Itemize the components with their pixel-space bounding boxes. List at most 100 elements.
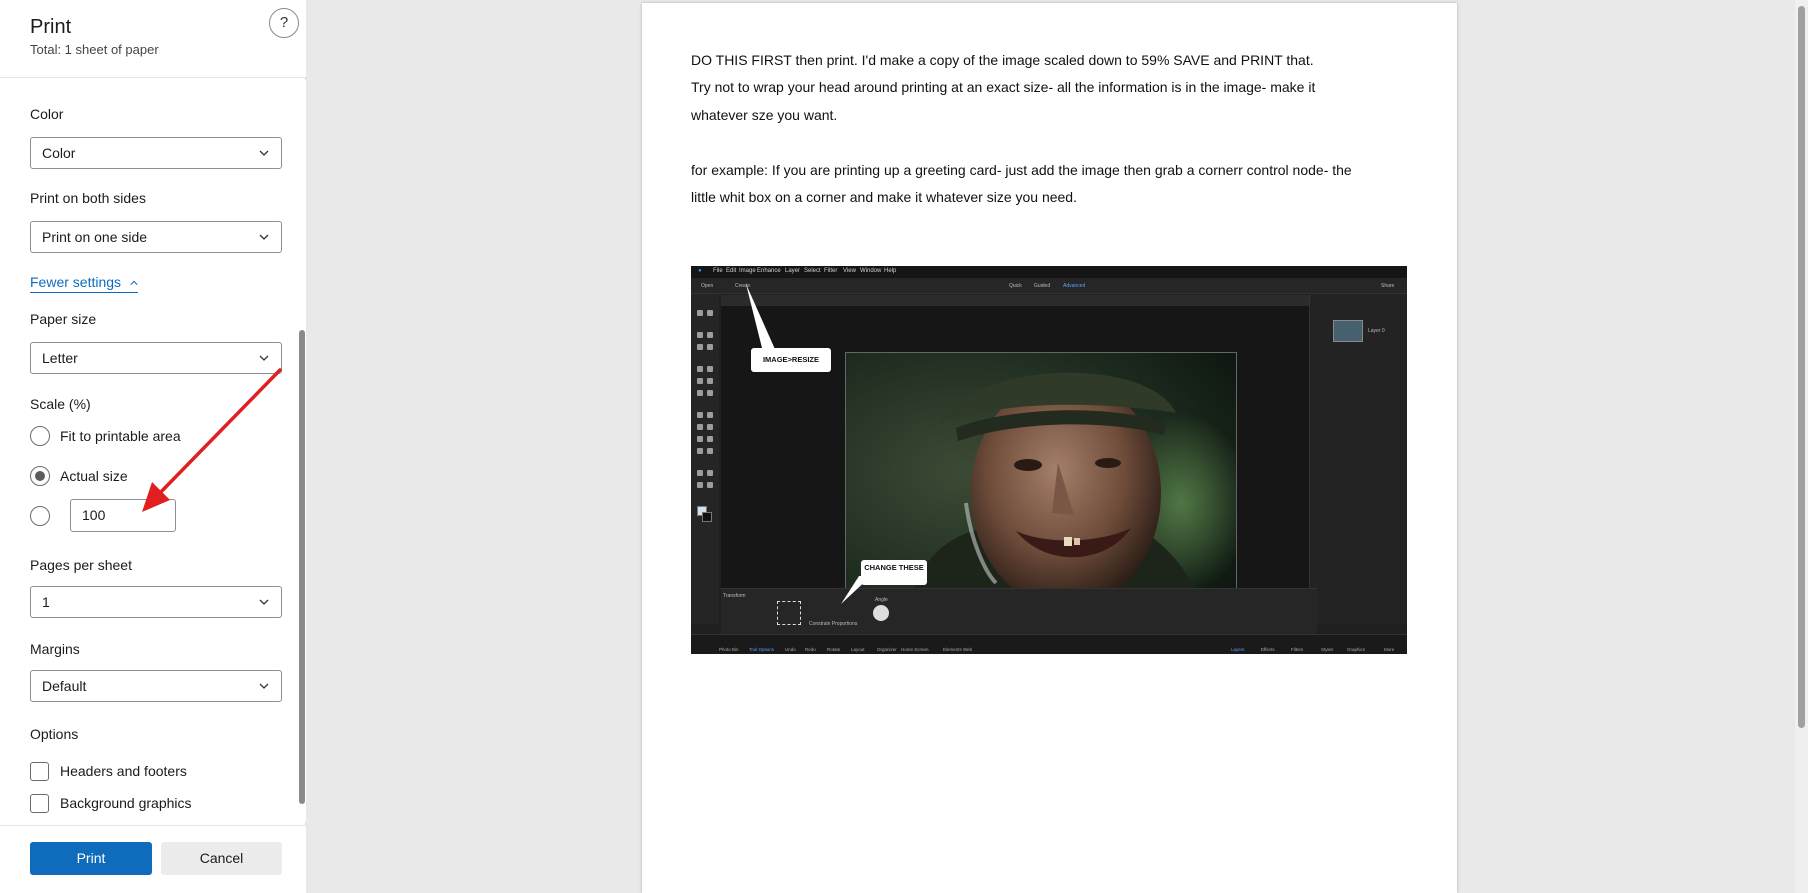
footer-layout: Layout: [851, 647, 865, 652]
scale-input[interactable]: 100: [70, 499, 176, 532]
print-settings-panel: Print Total: 1 sheet of paper ? Color Co…: [0, 0, 306, 893]
editor-screenshot-image: ● File Edit Image Enhance Layer Select F…: [691, 266, 1407, 654]
stamp-tool-icon: [707, 378, 713, 384]
footer-home-screen: Home Screen: [901, 647, 929, 652]
editor-open: Open: [701, 283, 714, 289]
panel-scrollbar-thumb[interactable]: [299, 330, 305, 804]
menu-layer: Layer: [785, 268, 801, 274]
brush-tool-icon: [697, 412, 703, 418]
preview-scrollbar-thumb[interactable]: [1798, 6, 1805, 728]
pages-per-sheet-label: Pages per sheet: [30, 557, 132, 573]
layer-thumbnail: [1333, 320, 1363, 342]
editor-tool-options: Transform Constrain Proportions Angle: [721, 588, 1317, 634]
footer-filters: Filters: [1291, 647, 1304, 652]
transform-label: Transform: [723, 593, 746, 599]
cancel-button[interactable]: Cancel: [161, 842, 282, 875]
eraser-tool-icon: [707, 412, 713, 418]
footer-redo: Redo: [805, 647, 816, 652]
eye-tool-icon: [697, 366, 703, 372]
pencil-tool-icon: [707, 448, 713, 454]
footer-layers: Layers: [1231, 647, 1245, 652]
editor-share: Share: [1381, 283, 1395, 289]
crop-tool-icon: [697, 470, 703, 476]
menu-help: Help: [884, 268, 897, 274]
menu-view: View: [843, 268, 856, 274]
footer-undo: Undo: [785, 647, 796, 652]
print-preview-area[interactable]: DO THIS FIRST then print. I'd make a cop…: [307, 0, 1808, 893]
paper-size-label: Paper size: [30, 311, 97, 327]
print-button[interactable]: Print: [30, 842, 152, 875]
smart-brush-icon: [697, 378, 703, 384]
panel-title: Print: [30, 16, 72, 38]
doc-line-2: Try not to wrap your head around printin…: [691, 79, 1316, 95]
background-color-swatch: [702, 512, 712, 522]
options-label: Options: [30, 726, 79, 742]
callout-image-resize: IMAGE>RESIZE: [751, 348, 831, 372]
background-graphics-checkbox[interactable]: [30, 794, 49, 813]
doc-line-5: little whit box on a corner and make it …: [691, 189, 1077, 205]
callout-change-these: CHANGE THESE: [861, 560, 927, 585]
color-select[interactable]: Color: [30, 137, 282, 169]
type-tool-icon: [697, 448, 703, 454]
mode-advanced: Advanced: [1063, 283, 1086, 289]
editor-menubar: ● File Edit Image Enhance Layer Select F…: [691, 266, 1407, 278]
reference-point-grid: [777, 601, 801, 625]
editor-logo-icon: ●: [698, 268, 702, 274]
pages-per-sheet-value: 1: [42, 594, 50, 610]
menu-enhance: Enhance: [757, 268, 781, 274]
hand-tool-icon: [707, 310, 713, 316]
panel-footer: Print Cancel: [0, 825, 306, 893]
footer-graphics: Graphics: [1347, 647, 1366, 652]
constrain-label: Constrain Proportions: [809, 621, 858, 627]
chevron-down-icon: [259, 683, 269, 689]
duplex-label: Print on both sides: [30, 190, 146, 206]
content-move-icon: [707, 482, 713, 488]
doc-line-4: for example: If you are printing up a gr…: [691, 162, 1352, 178]
radio-fit-to-printable[interactable]: [30, 426, 50, 446]
headers-footers-checkbox[interactable]: [30, 762, 49, 781]
footer-elements-web: Elements Web: [943, 647, 973, 652]
radio-actual-size[interactable]: [30, 466, 50, 486]
chevron-up-icon: [130, 280, 138, 286]
footer-organizer: Organizer: [877, 647, 897, 652]
footer-rotate: Rotate: [827, 647, 841, 652]
duplex-select-value: Print on one side: [42, 229, 148, 245]
footer-more: More: [1384, 647, 1395, 652]
bucket-tool-icon: [697, 424, 703, 430]
fewer-settings-link[interactable]: Fewer settings: [30, 274, 138, 293]
chevron-down-icon: [259, 234, 269, 240]
menu-edit: Edit: [726, 268, 737, 274]
pages-per-sheet-select[interactable]: 1: [30, 586, 282, 618]
sheet-total: Total: 1 sheet of paper: [30, 42, 159, 57]
preview-page: DO THIS FIRST then print. I'd make a cop…: [642, 3, 1457, 893]
color-label: Color: [30, 106, 64, 122]
mode-guided: Guided: [1034, 283, 1051, 289]
zoom-tool-icon: [697, 310, 703, 316]
marquee-tool-icon: [707, 332, 713, 338]
fewer-settings-label: Fewer settings: [30, 274, 122, 290]
footer-effects: Effects: [1261, 647, 1275, 652]
sponge-tool-icon: [707, 390, 713, 396]
menu-select: Select: [804, 268, 821, 274]
chevron-down-icon: [259, 150, 269, 156]
footer-styles: Styles: [1321, 647, 1334, 652]
move-tool-icon: [697, 332, 703, 338]
editor-footer-bar: Photo Bin Tool Options Undo Redo Rotate …: [691, 634, 1407, 654]
chevron-down-icon: [259, 355, 269, 361]
recompose-tool-icon: [707, 470, 713, 476]
radio-custom-scale[interactable]: [30, 506, 50, 526]
settings-scroll-area[interactable]: Color Color Print on both sides Print on…: [0, 78, 306, 825]
actual-size-label: Actual size: [60, 468, 128, 484]
panel-header: Print Total: 1 sheet of paper ?: [0, 0, 306, 78]
menu-filter: Filter: [824, 268, 838, 274]
mode-quick: Quick: [1009, 283, 1022, 289]
duplex-select[interactable]: Print on one side: [30, 221, 282, 253]
help-button[interactable]: ?: [269, 8, 299, 38]
margins-select[interactable]: Default: [30, 670, 282, 702]
blur-tool-icon: [697, 390, 703, 396]
paper-size-select[interactable]: Letter: [30, 342, 282, 374]
margins-label: Margins: [30, 641, 80, 657]
layer-name: Layer 0: [1368, 328, 1385, 334]
menu-file: File: [713, 268, 723, 274]
picker-tool-icon: [697, 436, 703, 442]
